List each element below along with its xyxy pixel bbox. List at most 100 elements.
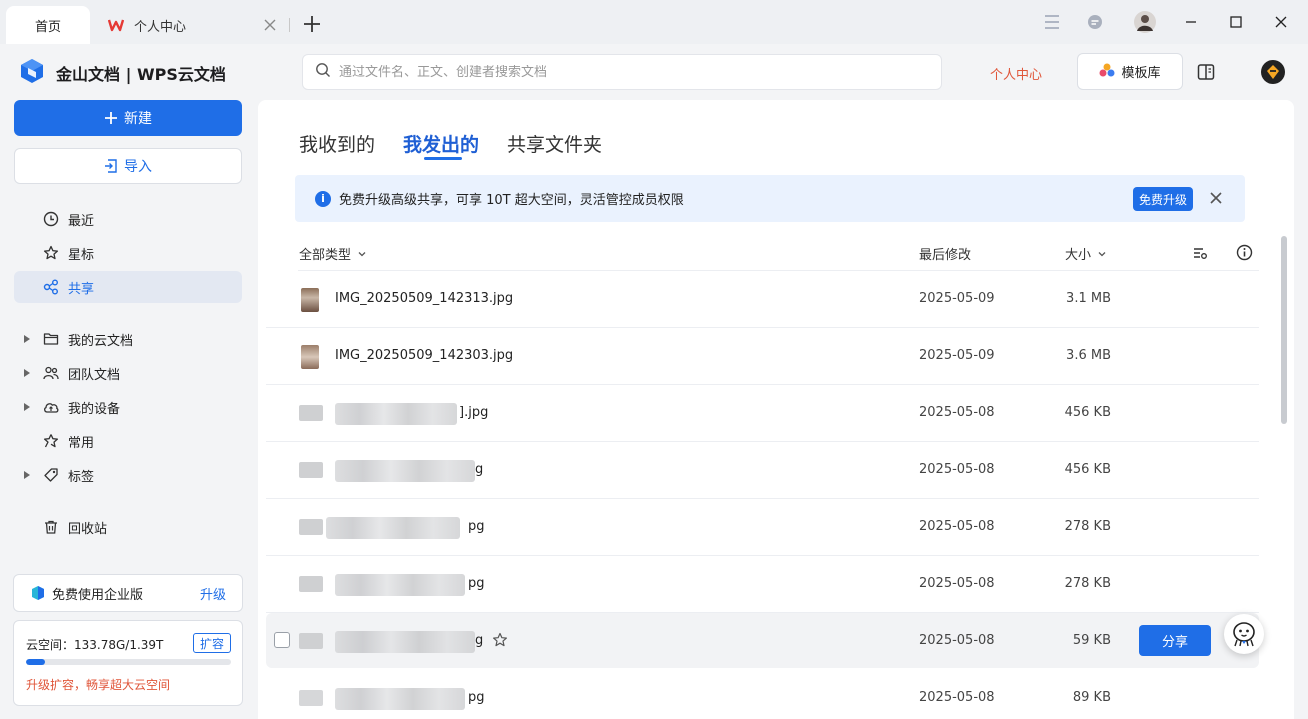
main-panel: 我收到的 我发出的 共享文件夹 i 免费升级高级共享，可享 10T 超大空间，灵… (258, 100, 1294, 719)
assistant-icon[interactable] (1224, 614, 1264, 654)
table-row[interactable]: IMG_20250509_142303.jpg 2025-05-09 3.6 M… (266, 328, 1259, 385)
import-button[interactable]: 导入 (14, 148, 242, 184)
app-logo-icon[interactable] (1261, 60, 1285, 84)
table-row[interactable]: pg 2025-05-08 278 KB (266, 556, 1259, 613)
blurred-file-name[interactable] (326, 517, 460, 539)
notice-text: 免费升级高级共享，可享 10T 超大空间，灵活管控成员权限 (339, 193, 684, 208)
avatar[interactable] (1134, 11, 1156, 33)
tab-user-center[interactable]: 个人中心 (92, 6, 288, 44)
expand-storage-button[interactable]: 扩容 (193, 633, 231, 653)
expand-arrow-icon[interactable] (24, 369, 30, 377)
sidebar-item-recent[interactable]: 最近 (14, 203, 242, 235)
sidebar-item-my-cloud-docs[interactable]: 我的云文档 (14, 323, 242, 355)
folder-icon (42, 330, 60, 348)
sidebar-item-team-docs[interactable]: 团队文档 (14, 357, 242, 389)
search-box[interactable] (302, 54, 942, 90)
menu-icon[interactable] (1042, 12, 1062, 32)
sidebar-item-starred[interactable]: 星标 (14, 237, 242, 269)
size-column-header[interactable]: 大小 (1065, 244, 1107, 263)
expand-arrow-icon[interactable] (24, 335, 30, 343)
sidebar-item-label: 常用 (68, 435, 95, 451)
star-icon[interactable] (492, 632, 508, 648)
scrollbar-thumb[interactable] (1281, 236, 1287, 424)
image-thumbnail (301, 288, 319, 312)
file-name[interactable]: IMG_20250509_142313.jpg (335, 291, 513, 306)
type-filter[interactable]: 全部类型 (299, 244, 367, 263)
file-name-suffix: g (475, 633, 484, 648)
info-circle-icon[interactable] (1236, 244, 1253, 261)
file-date: 2025-05-08 (919, 633, 995, 648)
sidebar-item-my-devices[interactable]: 我的设备 (14, 391, 242, 423)
plus-icon (104, 111, 118, 125)
clock-icon (42, 210, 60, 228)
image-thumbnail (301, 345, 319, 369)
share-button[interactable]: 分享 (1139, 625, 1211, 656)
new-button[interactable]: 新建 (14, 100, 242, 136)
info-icon: i (315, 190, 331, 207)
table-row[interactable]: ].jpg 2025-05-08 456 KB (266, 385, 1259, 442)
enterprise-upgrade-link[interactable]: 升级 (200, 584, 226, 603)
row-checkbox[interactable] (274, 632, 290, 648)
file-size: 3.6 MB (1066, 348, 1111, 363)
sidebar-item-label: 共享 (68, 281, 95, 297)
table-row[interactable]: pg 2025-05-08 89 KB (266, 670, 1259, 719)
sidebar-toggle-icon[interactable] (1196, 62, 1216, 82)
import-button-label: 导入 (124, 159, 152, 175)
tab-shared-folders[interactable]: 共享文件夹 (507, 130, 602, 157)
blurred-file-name[interactable] (335, 688, 465, 710)
close-icon[interactable] (1207, 189, 1225, 207)
file-size: 456 KB (1064, 462, 1111, 477)
minimize-icon[interactable] (1181, 12, 1201, 32)
sidebar-item-tags[interactable]: 标签 (14, 459, 242, 491)
blurred-file-name[interactable] (335, 574, 465, 596)
file-date: 2025-05-08 (919, 519, 995, 534)
tab-sent[interactable]: 我发出的 (403, 130, 479, 157)
chevron-down-icon (357, 249, 367, 259)
file-date: 2025-05-08 (919, 576, 995, 591)
message-icon[interactable] (1085, 12, 1105, 32)
expand-arrow-icon[interactable] (24, 471, 30, 479)
file-name-suffix: pg (468, 576, 485, 591)
search-input[interactable] (339, 64, 899, 80)
maximize-icon[interactable] (1226, 12, 1246, 32)
personal-center-link[interactable]: 个人中心 (990, 64, 1042, 83)
file-name[interactable]: IMG_20250509_142303.jpg (335, 348, 513, 363)
tab-home[interactable]: 首页 (6, 6, 90, 44)
tab-received[interactable]: 我收到的 (299, 130, 375, 157)
search-icon (315, 62, 331, 82)
new-tab-icon[interactable] (300, 12, 324, 36)
template-library-button[interactable]: 模板库 (1077, 53, 1183, 90)
image-thumbnail (299, 576, 323, 592)
sidebar-item-trash[interactable]: 回收站 (14, 511, 242, 543)
tab-close-icon[interactable] (264, 16, 276, 35)
free-upgrade-button[interactable]: 免费升级 (1133, 187, 1193, 211)
table-row-hovered[interactable]: g 2025-05-08 59 KB 分享 (266, 613, 1259, 668)
template-library-label: 模板库 (1121, 66, 1161, 81)
enterprise-card[interactable]: 免费使用企业版 升级 (13, 574, 243, 612)
file-size: 3.1 MB (1066, 291, 1111, 306)
title-bar: 首页 个人中心 (0, 0, 1308, 44)
cloud-storage-card: 云空间：133.78G/1.39T 扩容 升级扩容，畅享超大云空间 (13, 620, 243, 706)
expand-arrow-icon[interactable] (24, 403, 30, 411)
sidebar-item-frequent[interactable]: 常用 (14, 425, 242, 457)
cloud-storage-label: 云空间：133.78G/1.39T (26, 638, 164, 652)
size-column-label: 大小 (1065, 248, 1092, 263)
trash-icon (42, 518, 60, 536)
upgrade-storage-tip[interactable]: 升级扩容，畅享超大云空间 (26, 676, 170, 693)
sidebar-item-label: 我的云文档 (68, 333, 134, 349)
table-row[interactable]: IMG_20250509_142313.jpg 2025-05-09 3.1 M… (266, 271, 1259, 328)
file-size: 456 KB (1064, 405, 1111, 420)
table-row[interactable]: g 2025-05-08 456 KB (266, 442, 1259, 499)
file-size: 59 KB (1072, 633, 1111, 648)
blurred-file-name[interactable] (335, 460, 475, 482)
table-header: 全部类型 最后修改 大小 (299, 240, 1259, 270)
table-row[interactable]: pg 2025-05-08 278 KB (266, 499, 1259, 556)
blurred-file-name[interactable] (335, 631, 475, 653)
blurred-file-name[interactable] (335, 403, 457, 425)
close-window-icon[interactable] (1271, 12, 1291, 32)
column-settings-icon[interactable] (1192, 245, 1208, 261)
sidebar-item-shared[interactable]: 共享 (14, 271, 242, 303)
file-date: 2025-05-09 (919, 291, 995, 306)
brand[interactable]: 金山文档 | WPS云文档 (18, 57, 226, 89)
modified-column-header[interactable]: 最后修改 (919, 244, 971, 263)
